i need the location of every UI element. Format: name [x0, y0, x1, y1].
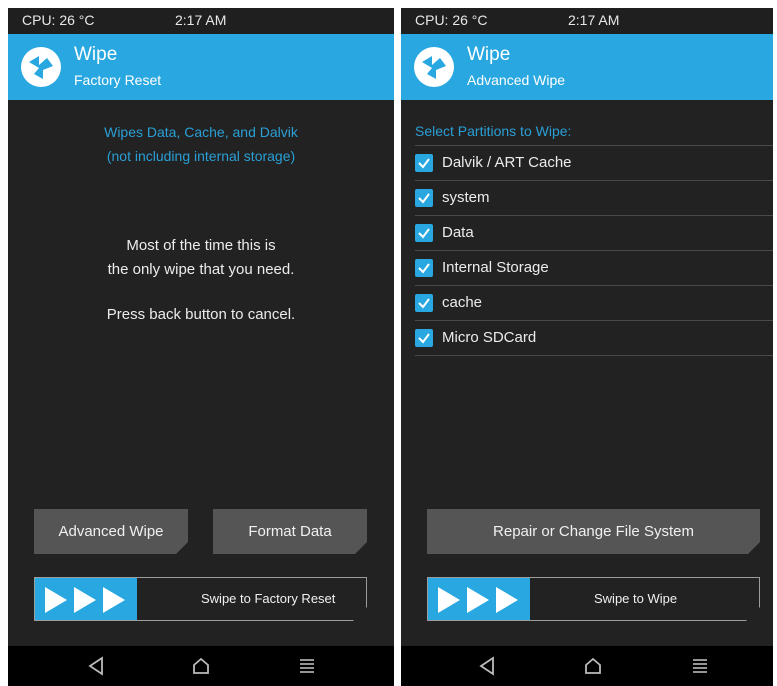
checkbox-checked-icon[interactable]	[415, 224, 433, 242]
triple-arrow-icon	[438, 587, 520, 613]
advanced-wipe-button[interactable]: Advanced Wipe	[34, 509, 188, 554]
advanced-wipe-screen: CPU: 26 °C 2:17 AM Wipe Advanced Wipe Se…	[401, 8, 773, 686]
partition-row-micro-sdcard[interactable]: Micro SDCard	[415, 321, 773, 355]
page-title: Wipe	[74, 44, 118, 65]
swipe-handle[interactable]	[35, 578, 137, 620]
message-line-3: Press back button to cancel.	[106, 306, 296, 323]
checkbox-checked-icon[interactable]	[415, 294, 433, 312]
triple-arrow-icon	[45, 587, 127, 613]
partition-row-system[interactable]: system	[415, 181, 773, 215]
info-line-2: (not including internal storage)	[106, 148, 296, 164]
message-line-2: the only wipe that you need.	[107, 261, 295, 278]
partition-label: Data	[442, 224, 474, 241]
twrp-logo-icon	[21, 47, 61, 87]
partition-label: Micro SDCard	[442, 329, 537, 346]
checkbox-checked-icon[interactable]	[415, 329, 433, 347]
info-line-1: Wipes Data, Cache, and Dalvik	[104, 124, 298, 140]
status-bar: CPU: 26 °C 2:17 AM	[401, 8, 773, 34]
swipe-to-factory-reset-slider[interactable]: Swipe to Factory Reset	[34, 577, 367, 621]
status-bar: CPU: 26 °C 2:17 AM	[8, 8, 394, 34]
page-subtitle: Factory Reset	[74, 72, 162, 88]
divider	[415, 355, 773, 356]
partition-label: cache	[442, 294, 483, 311]
message-line-1: Most of the time this is	[126, 237, 276, 254]
swipe-handle[interactable]	[428, 578, 530, 620]
cpu-temperature: CPU: 26 °C	[22, 12, 95, 28]
menu-lines-icon[interactable]	[691, 656, 709, 676]
section-title: Select Partitions to Wipe:	[415, 123, 572, 139]
back-triangle-icon[interactable]	[477, 656, 497, 676]
home-icon[interactable]	[191, 656, 211, 676]
checkbox-checked-icon[interactable]	[415, 154, 433, 172]
twrp-logo-icon	[414, 47, 454, 87]
page-header: Wipe Factory Reset	[8, 34, 394, 100]
home-icon[interactable]	[583, 656, 603, 676]
menu-lines-icon[interactable]	[298, 656, 316, 676]
page-subtitle: Advanced Wipe	[467, 72, 566, 88]
clock: 2:17 AM	[568, 12, 620, 28]
navigation-bar	[8, 646, 394, 686]
partition-row-dalvik[interactable]: Dalvik / ART Cache	[415, 146, 773, 180]
repair-change-file-system-button[interactable]: Repair or Change File System	[427, 509, 760, 554]
swipe-to-wipe-slider[interactable]: Swipe to Wipe	[427, 577, 760, 621]
cpu-temperature: CPU: 26 °C	[415, 12, 488, 28]
page-header: Wipe Advanced Wipe	[401, 34, 773, 100]
navigation-bar	[401, 646, 773, 686]
checkbox-checked-icon[interactable]	[415, 189, 433, 207]
partition-row-data[interactable]: Data	[415, 216, 773, 250]
factory-reset-screen: CPU: 26 °C 2:17 AM Wipe Factory Reset Wi…	[8, 8, 394, 686]
page-title: Wipe	[467, 44, 511, 65]
checkbox-checked-icon[interactable]	[415, 259, 433, 277]
clock: 2:17 AM	[175, 12, 227, 28]
partition-row-cache[interactable]: cache	[415, 286, 773, 320]
partition-label: system	[442, 189, 490, 206]
format-data-button[interactable]: Format Data	[213, 509, 367, 554]
swipe-label: Swipe to Wipe	[594, 591, 678, 606]
swipe-label: Swipe to Factory Reset	[201, 591, 336, 606]
back-triangle-icon[interactable]	[86, 656, 106, 676]
partition-row-internal-storage[interactable]: Internal Storage	[415, 251, 773, 285]
partition-label: Dalvik / ART Cache	[442, 154, 572, 171]
partition-label: Internal Storage	[442, 259, 549, 276]
